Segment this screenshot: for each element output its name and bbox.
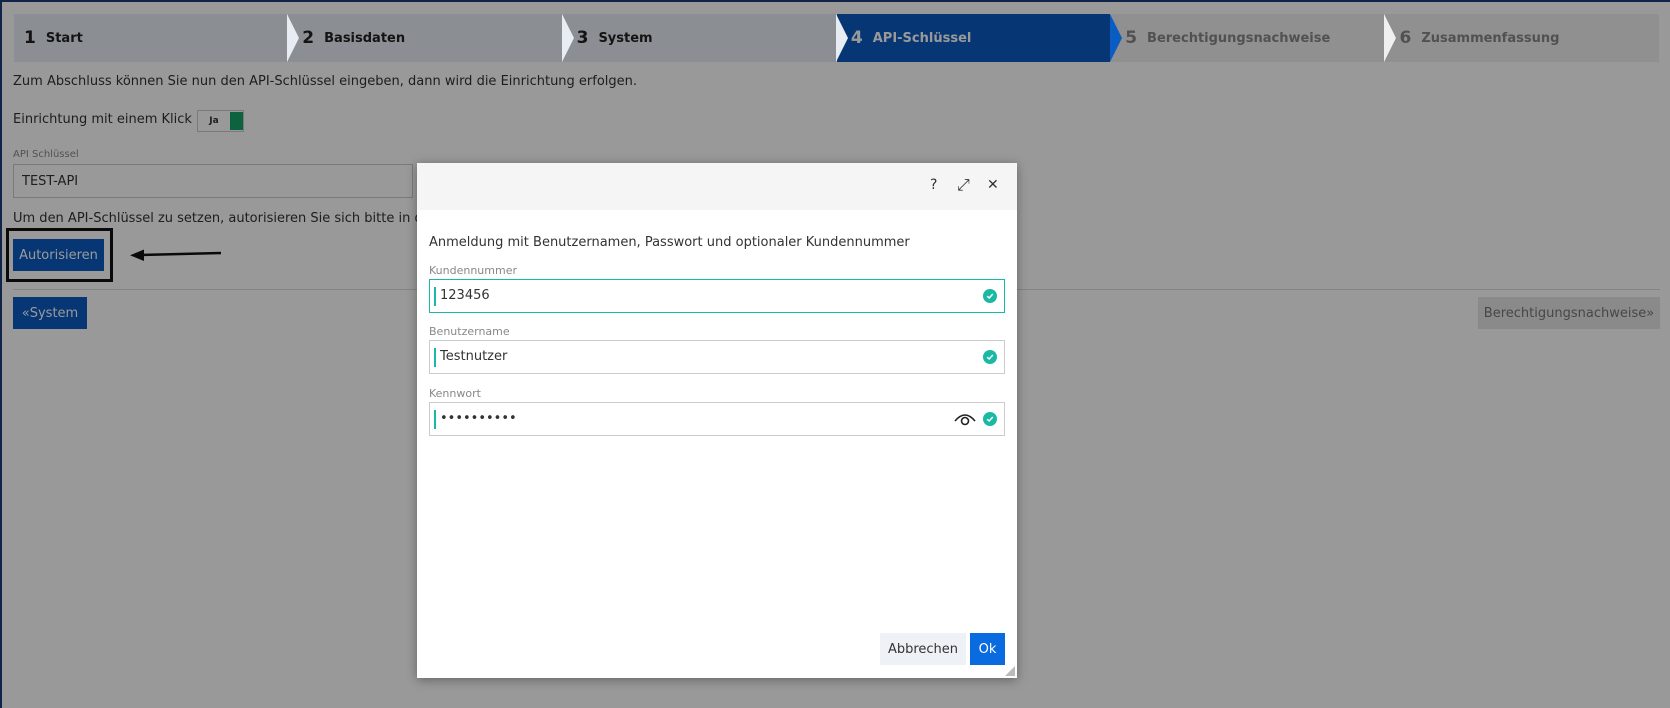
close-icon[interactable]: ✕ [987,177,999,193]
field-accent [434,287,436,306]
step-arrow [835,14,848,62]
ok-button[interactable]: Ok [970,633,1005,665]
step-arrow [1384,14,1397,62]
step-arrow [561,14,574,62]
check-icon [983,289,997,303]
field-accent [434,410,436,429]
username-field[interactable]: Testnutzer [429,340,1005,374]
expand-icon[interactable]: ⤢ [957,175,970,195]
eye-icon[interactable] [954,411,976,427]
password-label: Kennwort [429,387,481,400]
dialog-header: ? ⤢ ✕ [417,163,1017,210]
dialog-title: Anmeldung mit Benutzernamen, Passwort un… [429,235,910,250]
check-icon [983,412,997,426]
step-arrow [287,14,300,62]
cancel-button[interactable]: Abbrechen [880,633,966,665]
username-label: Benutzername [429,325,510,338]
customer-number-field[interactable]: 123456 [429,279,1005,313]
login-dialog: ? ⤢ ✕ Anmeldung mit Benutzernamen, Passw… [417,163,1017,678]
customer-number-label: Kundennummer [429,264,517,277]
field-accent [434,348,436,367]
customer-number-value: 123456 [440,288,490,303]
resize-handle-icon[interactable] [1005,666,1015,676]
help-icon[interactable]: ? [930,177,937,193]
check-icon [983,350,997,364]
password-field[interactable]: •••••••••• [429,402,1005,436]
password-value: •••••••••• [440,411,517,426]
username-value: Testnutzer [440,349,508,364]
step-arrow [1110,14,1123,62]
